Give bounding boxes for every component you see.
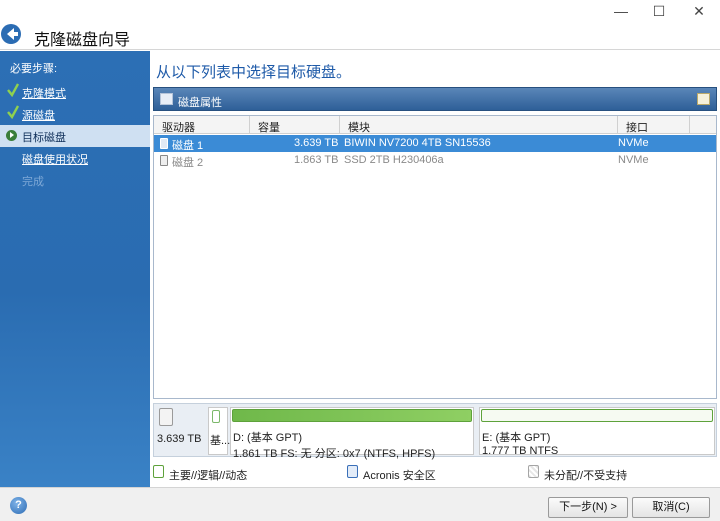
step-label: 磁盘使用状况 [22, 154, 88, 166]
sidebar-heading: 必要步骤: [10, 63, 58, 75]
legend-unallocated-swatch-icon [528, 465, 539, 478]
disk-type-box: 基... [208, 407, 231, 455]
table-toolbar: 磁盘属性 [153, 87, 717, 111]
legend-acronis-label: Acronis 安全区 [363, 470, 436, 482]
step-clone-mode[interactable]: 克隆模式 [0, 81, 150, 103]
disk-icon [160, 138, 168, 149]
disk-map: 3.639 TB 基... D: (基本 GPT) 1.861 TB FS: 无… [153, 403, 717, 460]
close-button[interactable]: ✕ [688, 4, 710, 18]
table-row[interactable]: 磁盘 2 1.863 TB SSD 2TB H230406a NVMe [154, 152, 716, 169]
column-header-model[interactable]: 模块 [340, 116, 618, 134]
window-title: 克隆磁盘向导 [34, 32, 131, 49]
cell-capacity: 3.639 TB [294, 137, 339, 149]
partition-usage-bar [481, 409, 713, 422]
cell-drive: 磁盘 2 [172, 157, 204, 169]
instruction-text: 从以下列表中选择目标硬盘。 [156, 64, 352, 81]
step-label: 源磁盘 [22, 110, 55, 122]
column-header-interface[interactable]: 接口 [618, 116, 690, 134]
disk-icon [160, 155, 168, 166]
current-step-arrow-icon [6, 130, 17, 141]
step-target-disk[interactable]: 目标磁盘 [0, 125, 150, 147]
partition-e[interactable]: E: (基本 GPT) 1.777 TB NTFS [479, 407, 715, 457]
disk-size: 3.639 TB [157, 433, 202, 445]
wizard-footer: ? 下一步(N) > 取消(C) [0, 487, 720, 521]
column-header-capacity[interactable]: 容量 [250, 116, 340, 134]
title-bar: 克隆磁盘向导 — ☐ ✕ [0, 0, 720, 50]
partition-d[interactable]: D: (基本 GPT) 1.861 TB FS: 无 分区: 0x7 (NTFS… [230, 407, 474, 460]
minimize-button[interactable]: — [610, 4, 632, 18]
column-header-drive[interactable]: 驱动器 [154, 116, 250, 134]
cancel-button[interactable]: 取消(C) [632, 497, 710, 518]
partition-details: 1.777 TB NTFS [482, 445, 559, 457]
disk-table: 驱动器 容量 模块 接口 磁盘 1 3.639 TB BIWIN NV7200 … [153, 115, 717, 399]
cell-interface: NVMe [618, 154, 649, 166]
legend-primary-label: 主要//逻辑//动态 [169, 470, 248, 482]
legend-acronis-swatch-icon [347, 465, 358, 478]
partition-swatch-icon [212, 410, 220, 423]
cell-interface: NVMe [618, 137, 649, 149]
step-label: 目标磁盘 [22, 132, 66, 144]
disk-type-label: 基... [210, 435, 231, 447]
legend-unallocated-label: 未分配//不受支持 [544, 470, 628, 482]
step-finish: 完成 [0, 169, 150, 191]
back-arrow-icon[interactable] [0, 22, 22, 46]
wizard-sidebar: 必要步骤: 克隆模式 源磁盘 目标磁盘 磁盘使用状况 完成 [0, 51, 150, 487]
table-row[interactable]: 磁盘 1 3.639 TB BIWIN NV7200 4TB SN15536 N… [154, 135, 716, 152]
partition-name: D: (基本 GPT) [233, 432, 303, 444]
partition-usage-bar [232, 409, 472, 422]
step-source-disk[interactable]: 源磁盘 [0, 103, 150, 125]
help-icon[interactable]: ? [10, 497, 27, 514]
partition-details: 1.861 TB FS: 无 分区: 0x7 (NTFS, HPFS) [233, 448, 436, 460]
maximize-button[interactable]: ☐ [648, 4, 670, 18]
legend-primary-swatch-icon [153, 465, 164, 478]
partition-name: E: (基本 GPT) [482, 432, 551, 444]
legend: 主要//逻辑//动态 Acronis 安全区 未分配//不受支持 [150, 463, 720, 485]
disk-properties-icon[interactable] [160, 93, 173, 105]
step-label: 完成 [22, 176, 44, 188]
column-settings-icon[interactable] [697, 93, 710, 105]
checkmark-icon [7, 105, 19, 119]
disk-properties-button[interactable]: 磁盘属性 [178, 94, 222, 110]
step-disk-usage[interactable]: 磁盘使用状况 [0, 147, 150, 169]
cell-drive: 磁盘 1 [172, 140, 204, 152]
next-button[interactable]: 下一步(N) > [548, 497, 628, 518]
cell-model: SSD 2TB H230406a [344, 154, 444, 166]
main-panel: 从以下列表中选择目标硬盘。 磁盘属性 驱动器 容量 模块 接口 磁盘 1 3.6… [150, 51, 720, 487]
cell-model: BIWIN NV7200 4TB SN15536 [344, 137, 491, 149]
step-label: 克隆模式 [22, 88, 66, 100]
checkmark-icon [7, 83, 19, 97]
cell-capacity: 1.863 TB [294, 154, 339, 166]
disk-icon [159, 408, 173, 426]
table-header: 驱动器 容量 模块 接口 [154, 116, 716, 134]
